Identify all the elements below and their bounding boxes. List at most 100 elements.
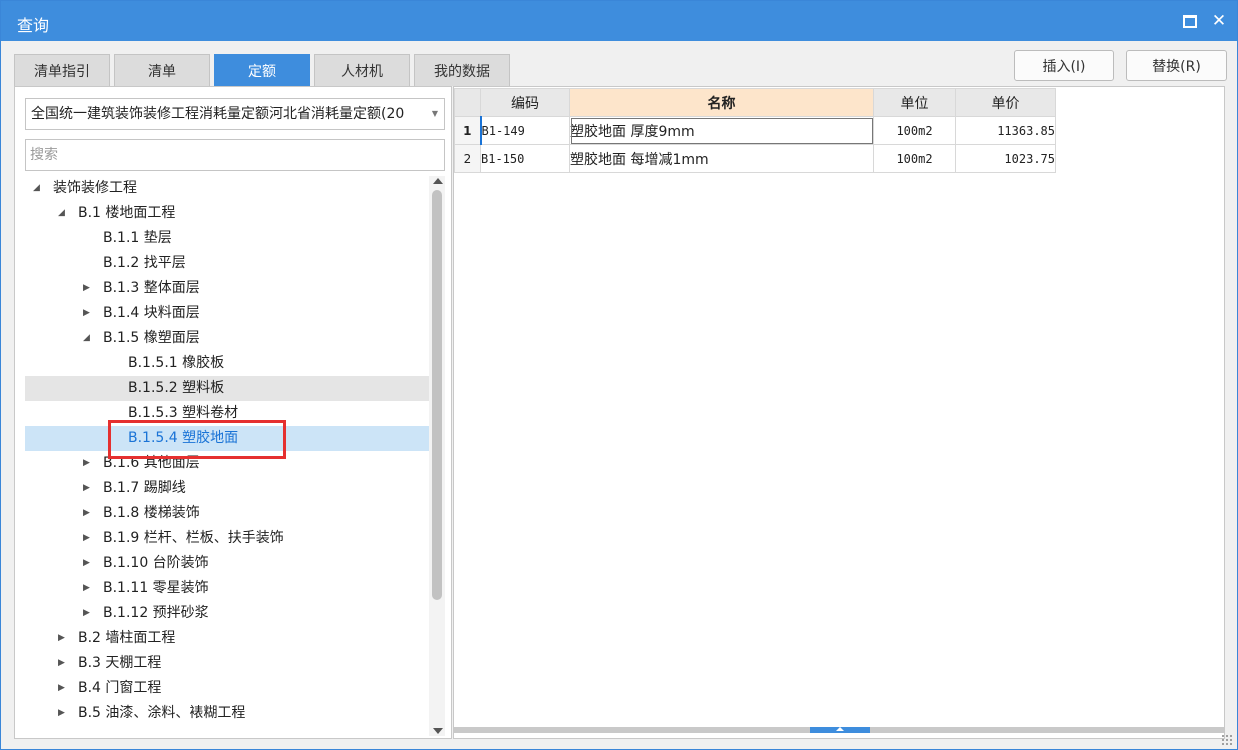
query-dialog: 查询 ✕ 清单指引 清单 定额 人材机 我的数据 插入(I) 替换(R) 全国统…: [0, 0, 1238, 750]
tree-node[interactable]: ▶ B.1.4 块料面层: [25, 301, 429, 326]
table-row[interactable]: 1 B1-149 塑胶地面 厚度9mm 100m2 11363.85: [454, 116, 1056, 145]
collapsed-triangle-icon[interactable]: ▶: [83, 276, 90, 301]
header-code[interactable]: 编码: [480, 88, 570, 117]
tree-node[interactable]: ◢ B.1 楼地面工程: [25, 201, 429, 226]
tree-node[interactable]: B.1.5.2 塑料板: [25, 376, 429, 401]
tree-node-label: B.1.10 台阶装饰: [103, 555, 209, 571]
tree-node[interactable]: ▶ B.4 门窗工程: [25, 676, 429, 701]
tab-my-data[interactable]: 我的数据: [414, 54, 510, 86]
collapsed-triangle-icon[interactable]: ▶: [83, 451, 90, 476]
cell-name[interactable]: 塑胶地面 厚度9mm: [569, 116, 874, 145]
cell-price[interactable]: 1023.75: [955, 144, 1056, 173]
cell-name[interactable]: 塑胶地面 每增减1mm: [569, 144, 874, 173]
tree-node-label: B.1.7 踢脚线: [103, 480, 186, 496]
tree-node-label: B.1.12 预拌砂浆: [103, 605, 209, 621]
table-header-row: 编码 名称 单位 单价: [454, 88, 1056, 117]
tree-node-label: 装饰装修工程: [53, 180, 137, 196]
header-corner: [454, 88, 481, 117]
search-input[interactable]: 搜索: [25, 139, 445, 171]
chevron-down-icon[interactable]: ▼: [432, 99, 438, 129]
tree-node-label: B.1.5 橡塑面层: [103, 330, 200, 346]
collapsed-triangle-icon[interactable]: ▶: [83, 526, 90, 551]
collapsed-triangle-icon[interactable]: ▶: [83, 576, 90, 601]
tree-node[interactable]: ▶ B.1.3 整体面层: [25, 276, 429, 301]
expanded-triangle-icon[interactable]: ◢: [83, 326, 90, 351]
tree-node-label: B.4 门窗工程: [78, 680, 162, 696]
tree-node[interactable]: ▶ B.1.7 踢脚线: [25, 476, 429, 501]
cell-unit[interactable]: 100m2: [873, 144, 956, 173]
panel-splitter[interactable]: [454, 727, 1224, 733]
row-number: 2: [454, 144, 481, 173]
quota-library-select[interactable]: 全国统一建筑装饰装修工程消耗量定额河北省消耗量定额(20 ▼: [25, 98, 445, 130]
tree-node[interactable]: ▶ B.2 墙柱面工程: [25, 626, 429, 651]
tree-node-label: B.1.1 垫层: [103, 230, 172, 246]
scroll-thumb[interactable]: [432, 190, 442, 600]
tree-node[interactable]: B.1.5.1 橡胶板: [25, 351, 429, 376]
tree-node-label: B.1.4 块料面层: [103, 305, 200, 321]
highlight-annotation: [108, 420, 286, 459]
insert-button[interactable]: 插入(I): [1014, 50, 1114, 81]
tree-node[interactable]: ▶ B.1.10 台阶装饰: [25, 551, 429, 576]
maximize-icon[interactable]: [1179, 10, 1201, 32]
replace-button[interactable]: 替换(R): [1126, 50, 1227, 81]
tab-quota[interactable]: 定额: [214, 54, 310, 86]
tree-node-label: B.3 天棚工程: [78, 655, 162, 671]
row-number: 1: [454, 116, 481, 145]
cell-code[interactable]: B1-149: [479, 116, 570, 145]
tree-node[interactable]: ▶ B.1.8 楼梯装饰: [25, 501, 429, 526]
collapsed-triangle-icon[interactable]: ▶: [58, 626, 65, 651]
tab-bill[interactable]: 清单: [114, 54, 210, 86]
tree-node-label: B.1.3 整体面层: [103, 280, 200, 296]
collapsed-triangle-icon[interactable]: ▶: [83, 476, 90, 501]
tree-node-label: B.1.8 楼梯装饰: [103, 505, 200, 521]
close-icon[interactable]: ✕: [1208, 10, 1230, 32]
tab-bill-guide[interactable]: 清单指引: [14, 54, 110, 86]
tree-node-label: B.1.5.1 橡胶板: [128, 355, 225, 371]
tree-node[interactable]: ◢ B.1.5 橡塑面层: [25, 326, 429, 351]
scroll-down-icon[interactable]: [433, 728, 443, 734]
tree-scrollbar[interactable]: [429, 176, 445, 736]
tree-node-label: B.1.11 零星装饰: [103, 580, 209, 596]
tree-node-label: B.5 油漆、涂料、裱糊工程: [78, 705, 246, 721]
window-title: 查询: [17, 16, 50, 35]
tree-node[interactable]: ◢ 装饰装修工程: [25, 176, 429, 201]
scroll-up-icon[interactable]: [433, 178, 443, 184]
header-price[interactable]: 单价: [955, 88, 1056, 117]
chevron-up-icon: [836, 727, 844, 731]
collapsed-triangle-icon[interactable]: ▶: [58, 701, 65, 726]
header-name[interactable]: 名称: [569, 88, 874, 117]
tree-node[interactable]: ▶ B.1.11 零星装饰: [25, 576, 429, 601]
left-panel: 全国统一建筑装饰装修工程消耗量定额河北省消耗量定额(20 ▼ 搜索 ◢ 装饰装修工…: [14, 86, 452, 739]
right-panel: 编码 名称 单位 单价 1 B1-149 塑胶地面 厚度9mm 100m2 11…: [453, 86, 1225, 739]
collapsed-triangle-icon[interactable]: ▶: [83, 551, 90, 576]
collapsed-triangle-icon[interactable]: ▶: [58, 676, 65, 701]
collapsed-triangle-icon[interactable]: ▶: [83, 601, 90, 626]
expanded-triangle-icon[interactable]: ◢: [58, 201, 65, 226]
cell-code[interactable]: B1-150: [480, 144, 570, 173]
title-bar[interactable]: 查询 ✕: [1, 1, 1237, 41]
cell-price[interactable]: 11363.85: [955, 116, 1056, 145]
tree-node[interactable]: B.1.1 垫层: [25, 226, 429, 251]
quota-library-value: 全国统一建筑装饰装修工程消耗量定额河北省消耗量定额(20: [31, 106, 405, 122]
tree-node[interactable]: ▶ B.1.12 预拌砂浆: [25, 601, 429, 626]
collapsed-triangle-icon[interactable]: ▶: [83, 501, 90, 526]
header-unit[interactable]: 单位: [873, 88, 956, 117]
tree-node[interactable]: B.1.2 找平层: [25, 251, 429, 276]
resize-grip-icon[interactable]: [1221, 734, 1233, 746]
tree-node[interactable]: ▶ B.5 油漆、涂料、裱糊工程: [25, 701, 429, 726]
cell-unit[interactable]: 100m2: [873, 116, 956, 145]
tree-node-label: B.1 楼地面工程: [78, 205, 176, 221]
tree-node[interactable]: ▶ B.3 天棚工程: [25, 651, 429, 676]
tree-node[interactable]: ▶ B.1.9 栏杆、栏板、扶手装饰: [25, 526, 429, 551]
quota-table: 编码 名称 单位 单价 1 B1-149 塑胶地面 厚度9mm 100m2 11…: [454, 88, 1056, 173]
tree-node-label: B.1.5.2 塑料板: [128, 380, 225, 396]
tree-node-label: B.2 墙柱面工程: [78, 630, 176, 646]
tree-node-label: B.1.2 找平层: [103, 255, 186, 271]
splitter-grip[interactable]: [810, 727, 870, 733]
collapsed-triangle-icon[interactable]: ▶: [58, 651, 65, 676]
table-row[interactable]: 2 B1-150 塑胶地面 每增减1mm 100m2 1023.75: [454, 144, 1056, 173]
collapsed-triangle-icon[interactable]: ▶: [83, 301, 90, 326]
tree-node-label: B.1.9 栏杆、栏板、扶手装饰: [103, 530, 284, 546]
tab-labor-material-machine[interactable]: 人材机: [314, 54, 410, 86]
expanded-triangle-icon[interactable]: ◢: [33, 176, 40, 201]
